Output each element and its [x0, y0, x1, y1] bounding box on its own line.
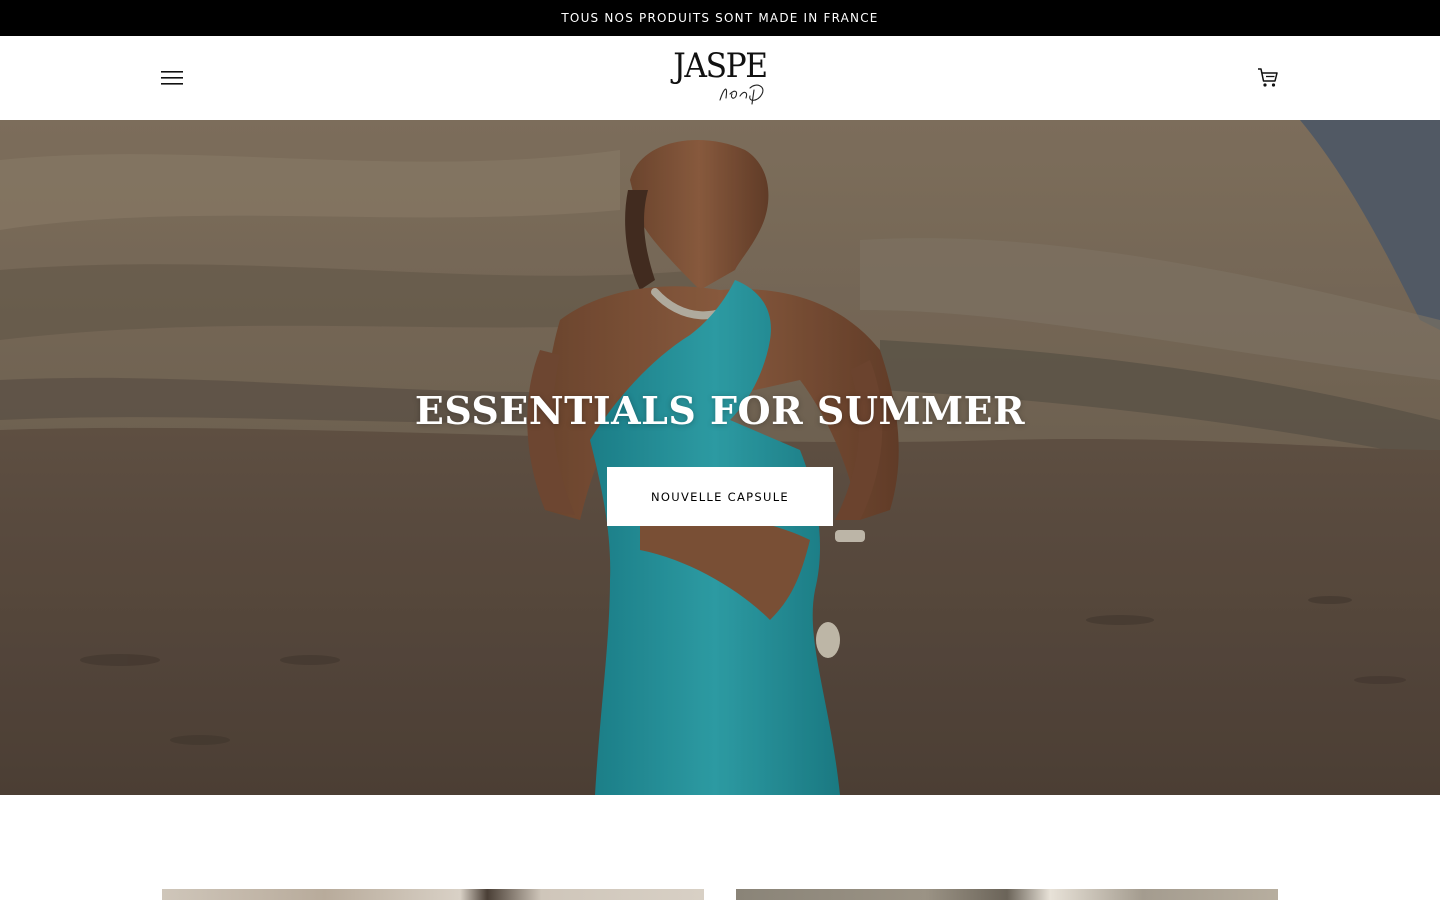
shopping-cart-icon: [1258, 68, 1278, 87]
announcement-bar: TOUS NOS PRODUITS SONT MADE IN FRANCE: [0, 0, 1440, 36]
hero-overlay: [0, 120, 1440, 795]
brand-logo[interactable]: JASPE: [660, 46, 780, 112]
hamburger-menu-icon: [161, 71, 183, 85]
cart-button[interactable]: [1248, 58, 1288, 98]
collection-tile-left[interactable]: [162, 889, 704, 900]
hero-title: ESSENTIALS FOR SUMMER: [414, 388, 1026, 433]
hero-cta-button[interactable]: NOUVELLE CAPSULE: [607, 467, 833, 526]
collection-tile-right[interactable]: [736, 889, 1278, 900]
logo-signature: [719, 84, 764, 105]
menu-button[interactable]: [152, 58, 192, 98]
hero-banner: ESSENTIALS FOR SUMMER NOUVELLE CAPSULE: [0, 120, 1440, 795]
site-header: JASPE: [0, 36, 1440, 120]
announcement-text: TOUS NOS PRODUITS SONT MADE IN FRANCE: [561, 11, 879, 25]
